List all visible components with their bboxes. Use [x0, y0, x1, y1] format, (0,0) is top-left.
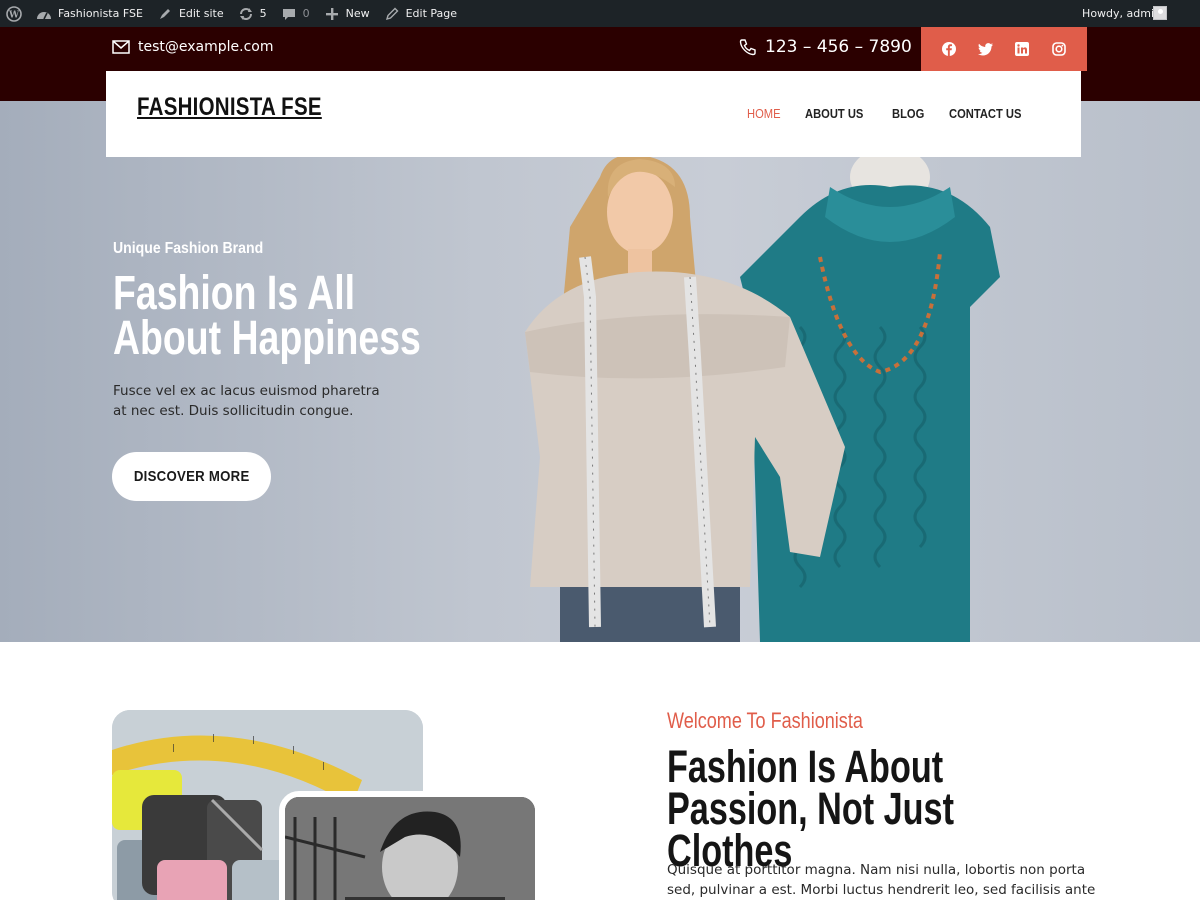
- pencil-brush-icon: [157, 6, 173, 22]
- phone-icon: [739, 39, 756, 56]
- hero-banner: Unique Fashion Brand Fashion Is All Abou…: [0, 101, 1200, 642]
- contact-email[interactable]: test@example.com: [112, 39, 274, 55]
- main-navigation: HOME ABOUT US BLOG CONTACT US: [747, 106, 1033, 121]
- updates-icon: [238, 6, 254, 22]
- phone-text: 123 – 456 – 7890: [765, 37, 912, 57]
- wp-logo-menu[interactable]: W: [0, 0, 29, 27]
- new-content-menu[interactable]: New: [317, 0, 377, 27]
- edit-site-label: Edit site: [178, 7, 224, 20]
- linkedin-icon[interactable]: [1013, 40, 1031, 58]
- svg-text:|: |: [172, 743, 175, 752]
- nav-item-blog[interactable]: BLOG: [892, 106, 924, 121]
- edit-site-link[interactable]: Edit site: [150, 0, 231, 27]
- comment-icon: [281, 6, 297, 22]
- hero-subtitle: Unique Fashion Brand: [113, 240, 264, 257]
- nav-item-about-us[interactable]: ABOUT US: [805, 106, 863, 121]
- twitter-icon[interactable]: [977, 40, 995, 58]
- discover-more-label: DISCOVER MORE: [133, 468, 250, 485]
- avatar-icon[interactable]: [1153, 6, 1167, 20]
- comments-link[interactable]: 0: [274, 0, 317, 27]
- updates-count: 5: [259, 7, 267, 20]
- svg-text:|: |: [292, 745, 295, 754]
- email-text: test@example.com: [138, 39, 274, 55]
- svg-text:|: |: [322, 761, 325, 770]
- new-label: New: [345, 7, 370, 20]
- facebook-icon[interactable]: [940, 40, 958, 58]
- edit-page-link[interactable]: Edit Page: [377, 0, 464, 27]
- envelope-icon: [112, 40, 130, 54]
- instagram-icon[interactable]: [1050, 40, 1068, 58]
- comments-count: 0: [302, 7, 310, 20]
- howdy-label: Howdy, admin: [1082, 7, 1161, 20]
- nav-item-home[interactable]: HOME: [747, 106, 781, 121]
- hero-title: Fashion Is All About Happiness: [113, 267, 421, 365]
- svg-text:|: |: [252, 735, 255, 744]
- site-title[interactable]: FASHIONISTA FSE: [137, 93, 322, 122]
- site-header: FASHIONISTA FSE HOME ABOUT US BLOG CONTA…: [106, 71, 1081, 157]
- about-subtitle: Welcome To Fashionista: [667, 708, 863, 733]
- admin-bar: W Fashionista FSE Edit site 5 0 New Edit…: [0, 0, 1200, 27]
- dashboard-icon: [36, 6, 52, 22]
- hero-description: Fusce vel ex ac lacus euismod pharetra a…: [113, 383, 380, 419]
- site-name-menu[interactable]: Fashionista FSE: [29, 0, 150, 27]
- updates-link[interactable]: 5: [231, 0, 274, 27]
- edit-icon: [384, 6, 400, 22]
- wordpress-icon: W: [6, 5, 22, 22]
- plus-icon: [324, 6, 340, 22]
- tailor-man-image: [279, 791, 541, 900]
- about-description: Quisque at porttitor magna. Nam nisi nul…: [667, 862, 1096, 898]
- discover-more-button[interactable]: DISCOVER MORE: [112, 452, 271, 501]
- contact-phone[interactable]: 123 – 456 – 7890: [739, 37, 912, 57]
- social-links: [921, 27, 1087, 71]
- svg-text:W: W: [8, 10, 20, 20]
- site-name-label: Fashionista FSE: [58, 7, 143, 20]
- nav-item-contact-us[interactable]: CONTACT US: [949, 106, 1021, 121]
- edit-page-label: Edit Page: [405, 7, 458, 20]
- hero-fashion-image: [525, 157, 1000, 642]
- svg-text:|: |: [212, 733, 215, 742]
- about-title: Fashion Is About Passion, Not Just Cloth…: [667, 741, 954, 876]
